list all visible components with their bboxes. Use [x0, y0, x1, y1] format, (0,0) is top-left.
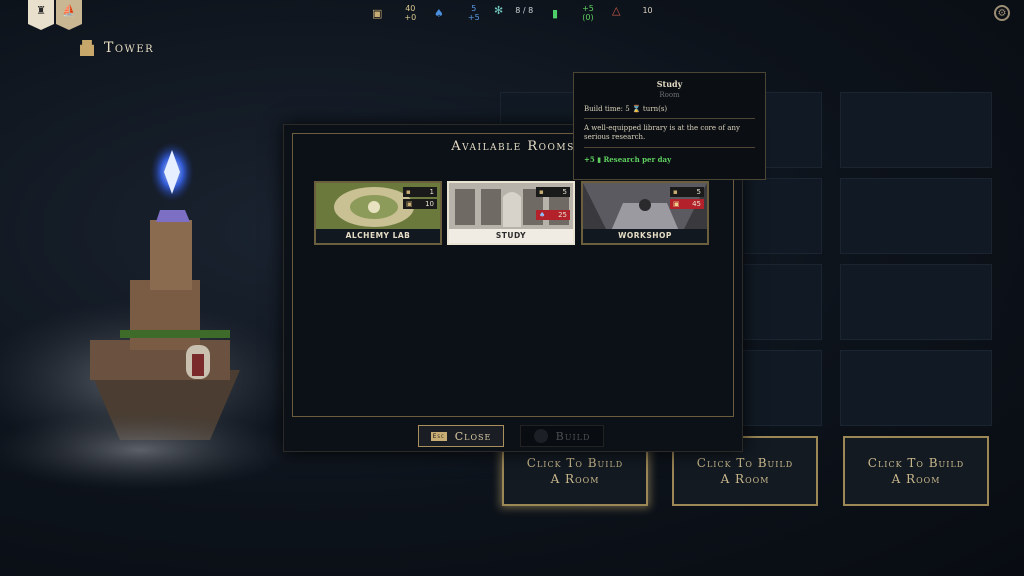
tooltip-title: Study	[656, 79, 683, 89]
population-value: 8 / 8	[515, 6, 534, 15]
danger-resource: △ 10	[612, 4, 653, 17]
tower-banner-tab[interactable]: ♜	[28, 0, 54, 30]
research-delta: (0)	[582, 13, 594, 22]
build-button-label: Build	[555, 429, 591, 443]
population-icon: ✻	[494, 4, 504, 17]
room-cost: ▪ 1	[403, 187, 437, 197]
tower-icon: ♜	[36, 4, 46, 17]
room-cost-insufficient: ♠ 25	[536, 210, 570, 220]
ship-icon: ⛵	[62, 4, 76, 17]
build-room-slot[interactable]: Click To Build A Room	[843, 436, 989, 506]
room-card-workshop[interactable]: ▪ 5 ▣ 45 WORKSHOP	[581, 181, 709, 245]
danger-icon: △	[612, 4, 621, 17]
gold-delta: +0	[404, 13, 417, 22]
build-room-slot-label: Click To Build A Room	[526, 456, 624, 486]
empty-grid-cell	[840, 178, 992, 254]
room-card-alchemy-lab[interactable]: ▪ 1 ▣ 10 ALCHEMY LAB	[314, 181, 442, 245]
build-button[interactable]: Build	[520, 425, 604, 447]
tower-icon	[80, 40, 94, 56]
close-button[interactable]: Esc Close	[418, 425, 504, 447]
empty-grid-cell	[840, 350, 992, 426]
close-button-label: Close	[454, 429, 492, 443]
room-card-label: WORKSHOP	[583, 229, 707, 243]
gold-icon: ▣	[372, 6, 383, 20]
empty-grid-cell	[840, 92, 992, 168]
mana-icon: ♠	[539, 211, 546, 219]
mana-icon: ♠	[434, 6, 444, 20]
room-cost: ▪ 5	[536, 187, 570, 197]
population-icon: ▪	[406, 188, 411, 196]
production-value: +5	[584, 155, 595, 164]
tooltip-build-time: Build time: 5 ⌛ turn(s)	[584, 105, 755, 113]
ship-banner-tab[interactable]: ⛵	[56, 0, 82, 30]
cost-value: 5	[562, 188, 567, 196]
research-icon: ▮	[597, 155, 602, 164]
cost-value: 10	[425, 200, 434, 208]
research-value: +5	[582, 4, 594, 13]
tooltip-divider	[584, 147, 755, 148]
mana-resource: ♠ 5 +5	[434, 4, 480, 22]
build-room-slot-label: Click To Build A Room	[867, 456, 965, 486]
gold-value: 40	[405, 4, 416, 13]
research-resource: ▮ +5 (0)	[552, 4, 594, 22]
gold-icon: ▣	[406, 200, 413, 208]
cost-value: 5	[696, 188, 701, 196]
room-card-label: ALCHEMY LAB	[316, 229, 440, 243]
room-cost: ▪ 5	[670, 187, 704, 197]
room-cost: ▣ 10	[403, 199, 437, 209]
room-tooltip: Study Room Build time: 5 ⌛ turn(s) A wel…	[573, 72, 766, 180]
mana-value: 5	[471, 4, 477, 13]
settings-button[interactable]: ⚙	[994, 5, 1010, 21]
empty-grid-cell	[840, 264, 992, 340]
esc-key-hint: Esc	[430, 431, 447, 441]
tooltip-description: A well-equipped library is at the core o…	[584, 124, 740, 141]
cost-value: 25	[558, 211, 567, 219]
room-cost-insufficient: ▣ 45	[670, 199, 704, 209]
build-icon	[533, 429, 548, 443]
mana-delta: +5	[467, 13, 480, 22]
build-time-value: Build time: 5	[584, 105, 630, 113]
room-card-study[interactable]: ▪ 5 ♠ 25 STUDY	[447, 181, 575, 245]
room-card-label: STUDY	[449, 229, 573, 243]
cost-value: 1	[429, 188, 434, 196]
hourglass-icon: ⌛	[631, 105, 641, 113]
page-title-text: Tower	[104, 40, 155, 56]
tooltip-production: +5 ▮ Research per day	[584, 155, 755, 164]
danger-value: 10	[642, 6, 653, 15]
population-icon: ▪	[673, 188, 678, 196]
population-icon: ▪	[539, 188, 544, 196]
gold-resource: ▣ 40 +0	[372, 4, 416, 22]
build-room-slot-label: Click To Build A Room	[696, 456, 794, 486]
page-title: Tower	[80, 40, 154, 56]
gold-icon: ▣	[673, 200, 680, 208]
tower-illustration[interactable]	[0, 120, 290, 540]
tooltip-divider	[584, 118, 755, 119]
cost-value: 45	[692, 200, 701, 208]
production-text: Research per day	[603, 155, 672, 164]
build-time-unit: turn(s)	[642, 105, 668, 113]
population-resource: ✻ 8 / 8	[494, 4, 533, 17]
tooltip-subtitle: Room	[659, 91, 680, 99]
research-icon: ▮	[552, 6, 559, 20]
gear-icon: ⚙	[997, 7, 1007, 19]
